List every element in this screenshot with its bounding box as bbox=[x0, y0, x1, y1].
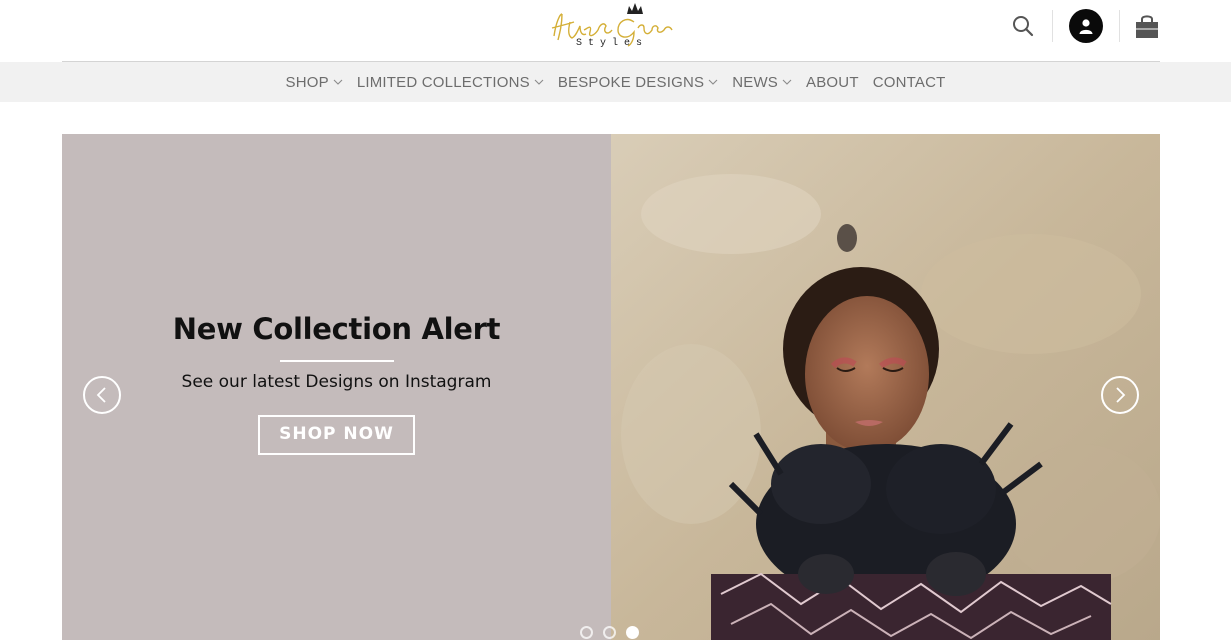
nav-item-label: LIMITED COLLECTIONS bbox=[356, 73, 530, 91]
header-icons bbox=[1006, 8, 1160, 44]
slide-title: New Collection Alert bbox=[172, 312, 501, 346]
site-header: Styles bbox=[0, 0, 1231, 62]
nav-item-news[interactable]: NEWS bbox=[732, 74, 792, 91]
nav-item-limited-collections[interactable]: LIMITED COLLECTIONS bbox=[357, 74, 544, 91]
model-photo-image bbox=[611, 134, 1160, 640]
nav-item-contact[interactable]: CONTACT bbox=[873, 74, 946, 91]
header-divider bbox=[1052, 10, 1053, 42]
nav-item-label: SHOP bbox=[285, 73, 329, 91]
slide-text-panel: New Collection Alert See our latest Desi… bbox=[62, 134, 611, 640]
user-icon[interactable] bbox=[1069, 9, 1103, 43]
chevron-down-icon bbox=[782, 79, 792, 85]
nav-item-shop[interactable]: SHOP bbox=[286, 74, 343, 91]
hero-slider: New Collection Alert See our latest Desi… bbox=[62, 134, 1160, 640]
nav-item-label: NEWS bbox=[732, 73, 779, 91]
shop-now-button[interactable]: SHOP NOW bbox=[258, 415, 415, 455]
slide-photo bbox=[611, 134, 1160, 640]
chevron-down-icon bbox=[333, 79, 343, 85]
slider-next-button[interactable] bbox=[1101, 376, 1139, 414]
shopping-bag-icon[interactable] bbox=[1134, 11, 1160, 41]
header-divider bbox=[1119, 10, 1120, 42]
main-nav: SHOP LIMITED COLLECTIONS BESPOKE DESIGNS… bbox=[0, 62, 1231, 102]
nav-item-label: CONTACT bbox=[872, 73, 946, 91]
slide-caption: New Collection Alert See our latest Desi… bbox=[62, 312, 611, 455]
slider-dots bbox=[580, 626, 649, 639]
nav-item-about[interactable]: ABOUT bbox=[806, 74, 859, 91]
logo-subtitle: Styles bbox=[576, 38, 649, 49]
nav-item-bespoke-designs[interactable]: BESPOKE DESIGNS bbox=[558, 74, 718, 91]
nav-item-label: BESPOKE DESIGNS bbox=[557, 73, 705, 91]
slider-dot[interactable] bbox=[580, 626, 593, 639]
chevron-left-icon bbox=[96, 387, 106, 403]
title-divider bbox=[279, 360, 394, 362]
nav-item-label: ABOUT bbox=[806, 73, 859, 91]
slider-dot[interactable] bbox=[603, 626, 616, 639]
slide-subtitle: See our latest Designs on Instagram bbox=[181, 372, 492, 392]
chevron-right-icon bbox=[1116, 387, 1126, 403]
chevron-down-icon bbox=[708, 79, 718, 85]
search-icon[interactable] bbox=[1006, 9, 1040, 43]
slider-dot-active[interactable] bbox=[626, 626, 639, 639]
chevron-down-icon bbox=[534, 79, 544, 85]
slider-prev-button[interactable] bbox=[83, 376, 121, 414]
hazel-grace-logo[interactable]: Styles bbox=[546, 0, 678, 56]
